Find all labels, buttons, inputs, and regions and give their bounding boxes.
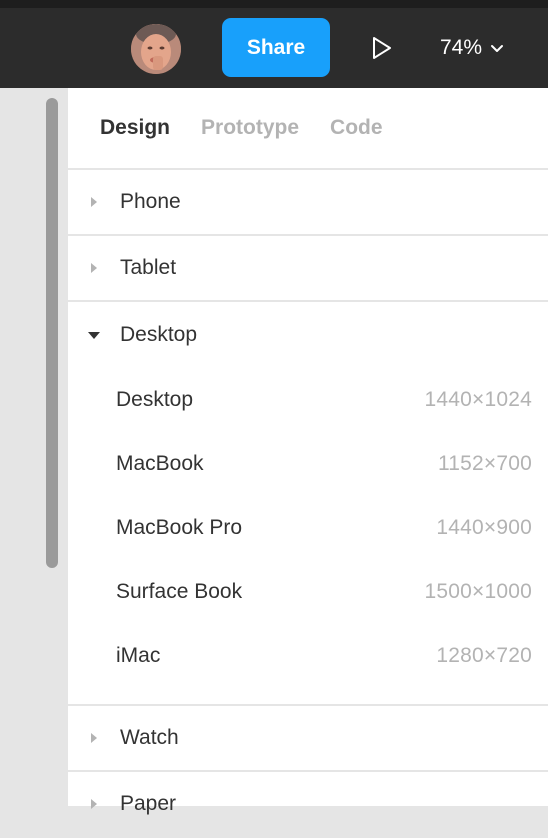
caret-right-icon — [68, 798, 120, 810]
tab-prototype[interactable]: Prototype — [201, 116, 299, 140]
section-paper[interactable]: Paper — [68, 772, 548, 838]
tab-code[interactable]: Code — [330, 116, 383, 140]
properties-panel: Design Prototype Code Phone Tablet Deskt… — [68, 88, 548, 838]
section-desktop[interactable]: Desktop — [68, 302, 548, 368]
top-toolbar: Share 74% — [0, 0, 548, 88]
desktop-device-list: Desktop 1440×1024 MacBook 1152×700 MacBo… — [68, 368, 548, 706]
device-size: 1280×720 — [436, 644, 532, 667]
device-name: MacBook Pro — [116, 516, 243, 539]
section-phone[interactable]: Phone — [68, 170, 548, 236]
user-avatar[interactable] — [131, 24, 181, 74]
section-label: Paper — [120, 792, 177, 815]
device-name: Surface Book — [116, 580, 243, 603]
vertical-scrollbar[interactable] — [46, 98, 58, 568]
device-size: 1440×1024 — [424, 388, 532, 411]
device-size: 1152×700 — [437, 452, 532, 475]
caret-right-icon — [68, 196, 120, 208]
share-button[interactable]: Share — [222, 18, 330, 77]
play-icon — [373, 37, 391, 59]
list-item[interactable]: MacBook Pro 1440×900 — [68, 496, 548, 560]
device-name: MacBook — [116, 452, 204, 475]
section-tablet[interactable]: Tablet — [68, 236, 548, 302]
zoom-dropdown[interactable]: 74% — [440, 30, 530, 66]
list-item[interactable]: Surface Book 1500×1000 — [68, 560, 548, 624]
device-name: Desktop — [116, 388, 194, 411]
list-item[interactable]: MacBook 1152×700 — [68, 432, 548, 496]
caret-right-icon — [68, 262, 120, 274]
caret-down-icon — [68, 330, 120, 340]
section-label: Desktop — [120, 323, 198, 346]
section-watch[interactable]: Watch — [68, 706, 548, 772]
play-button[interactable] — [366, 32, 398, 64]
list-item[interactable]: iMac 1280×720 — [68, 624, 548, 688]
device-size: 1500×1000 — [424, 580, 532, 603]
device-name: iMac — [116, 644, 161, 667]
tab-design[interactable]: Design — [100, 116, 170, 140]
caret-right-icon — [68, 732, 120, 744]
zoom-value: 74% — [440, 36, 483, 59]
chevron-down-icon — [490, 43, 504, 53]
section-label: Tablet — [120, 256, 177, 279]
list-item[interactable]: Desktop 1440×1024 — [68, 368, 548, 432]
device-size: 1440×900 — [436, 516, 532, 539]
avatar-icon — [131, 24, 181, 74]
section-label: Phone — [120, 190, 181, 213]
panel-tabs: Design Prototype Code — [68, 88, 548, 170]
section-label: Watch — [120, 726, 179, 749]
